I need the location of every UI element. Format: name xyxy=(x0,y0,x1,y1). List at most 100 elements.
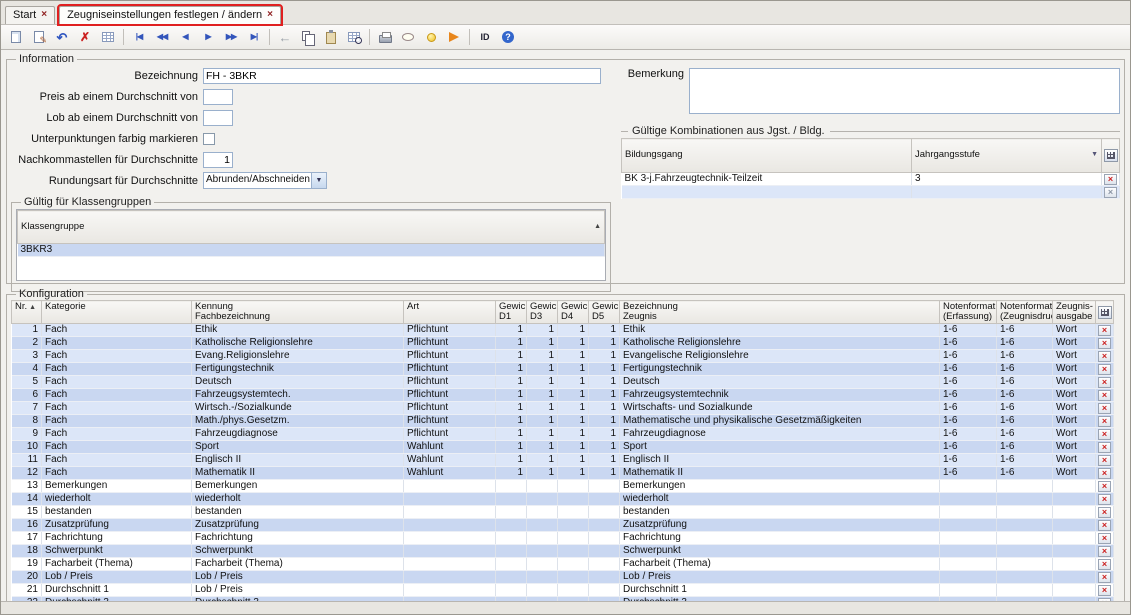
konfiguration-row[interactable]: 9 Fach Fahrzeugdiagnose Pflichtunt 1 1 1 1 Fahrz… xyxy=(11,427,1114,441)
column-header-klassengruppe[interactable]: Klassengruppe ▲ xyxy=(17,210,605,244)
chevron-down-icon[interactable]: ▼ xyxy=(311,173,326,188)
comment-button[interactable] xyxy=(397,27,419,47)
delete-row-button[interactable]: × xyxy=(1098,558,1111,570)
delete-row-button[interactable]: × xyxy=(1098,454,1111,466)
grid-select-button[interactable] xyxy=(343,27,365,47)
undo-button[interactable]: ↶ xyxy=(51,27,73,47)
back-arrow-button[interactable]: ← xyxy=(274,27,296,47)
konfiguration-row[interactable]: 6 Fach Fahrzeugsystemtech. Pflichtunt 1 1 1 1 Fa… xyxy=(11,388,1114,402)
konfiguration-row[interactable]: 12 Fach Mathematik II Wahlunt 1 1 1 1 Mathematik… xyxy=(11,466,1114,480)
klassengruppen-row[interactable]: 3BKR3 xyxy=(17,243,605,257)
konfiguration-row[interactable]: 21 Durchschnitt 1 Lob / Preis Durchschnitt … xyxy=(11,583,1114,597)
cell: Katholische Religionslehre xyxy=(619,336,940,350)
close-icon[interactable]: × xyxy=(41,10,47,20)
konfiguration-row[interactable]: 8 Fach Math./phys.Gesetzm. Pflichtunt 1 1 1 1 Ma… xyxy=(11,414,1114,428)
column-header[interactable]: Art xyxy=(403,300,496,324)
announce-button[interactable] xyxy=(443,27,465,47)
rundungsart-select[interactable]: Abrunden/Abschneiden ▼ xyxy=(203,172,327,189)
nav-next-button[interactable]: ▶ xyxy=(197,27,219,47)
nav-next-fast-button[interactable]: ▶▶ xyxy=(220,27,242,47)
table-grid-button[interactable] xyxy=(97,27,119,47)
kombination-row[interactable]: × xyxy=(621,185,1120,199)
nav-prev-button[interactable]: ◀ xyxy=(174,27,196,47)
delete-row-button[interactable]: × xyxy=(1098,545,1111,557)
delete-row-button[interactable]: × xyxy=(1098,584,1111,596)
delete-row-button[interactable]: × xyxy=(1098,519,1111,531)
bemerkung-textarea[interactable] xyxy=(689,68,1120,114)
column-header[interactable]: Kategorie xyxy=(41,300,192,324)
column-header[interactable]: Gewicht D4 xyxy=(557,300,589,324)
konfiguration-row[interactable]: 14 wiederholt wiederholt wiederholt × xyxy=(11,492,1114,506)
delete-row-button[interactable]: × xyxy=(1098,441,1111,453)
edit-page-button[interactable] xyxy=(28,27,50,47)
delete-row-button[interactable]: × xyxy=(1098,493,1111,505)
konfiguration-row[interactable]: 18 Schwerpunkt Schwerpunkt Schwerpunkt × xyxy=(11,544,1114,558)
cell: 1 xyxy=(526,336,558,350)
column-header[interactable]: Zeugnis- ausgabe xyxy=(1052,300,1096,324)
delete-row-button[interactable]: × xyxy=(1098,402,1111,414)
konfiguration-row[interactable]: 7 Fach Wirtsch.-/Sozialkunde Pflichtunt 1 1 1 1… xyxy=(11,401,1114,415)
lob-input[interactable] xyxy=(203,109,233,126)
konfiguration-row[interactable]: 11 Fach Englisch II Wahlunt 1 1 1 1 Englisch II 1… xyxy=(11,453,1114,467)
delete-row-button[interactable]: × xyxy=(1098,467,1111,479)
konfiguration-row[interactable]: 15 bestanden bestanden bestanden × xyxy=(11,505,1114,519)
column-header-bildungsgang[interactable]: Bildungsgang xyxy=(621,138,912,173)
tab-zeugniseinstellungen-festlegen-ndern[interactable]: Zeugniseinstellungen festlegen / ändern × xyxy=(57,4,284,26)
column-header[interactable]: Kennung Fachbezeichnung xyxy=(191,300,404,324)
konfiguration-row[interactable]: 3 Fach Evang.Religionslehre Pflichtunt 1 1 1 1 E… xyxy=(11,349,1114,363)
delete-row-button[interactable]: × xyxy=(1098,415,1111,427)
konfiguration-row[interactable]: 20 Lob / Preis Lob / Preis Lob / Preis × xyxy=(11,570,1114,584)
konfiguration-row[interactable]: 13 Bemerkungen Bemerkungen Bemerkungen × xyxy=(11,479,1114,493)
delete-row-button[interactable]: × xyxy=(1098,506,1111,518)
unterpunktungen-checkbox[interactable] xyxy=(203,132,215,145)
table-config-button[interactable] xyxy=(1103,149,1118,162)
print-button[interactable] xyxy=(374,27,396,47)
delete-row-button[interactable]: × xyxy=(1104,186,1117,198)
column-header[interactable]: Gewicht D1 xyxy=(495,300,527,324)
delete-button[interactable]: ✗ xyxy=(74,27,96,47)
delete-row-button[interactable]: × xyxy=(1104,173,1117,185)
konfiguration-row[interactable]: 10 Fach Sport Wahlunt 1 1 1 1 Sport 1-6 1-6 Wort × xyxy=(11,440,1114,454)
paste-button[interactable] xyxy=(320,27,342,47)
column-header[interactable]: Notenformat (Zeugnisdruck) xyxy=(996,300,1053,324)
new-page-button[interactable] xyxy=(5,27,27,47)
konfiguration-row[interactable]: 5 Fach Deutsch Pflichtunt 1 1 1 1 Deutsch 1-6 1-6 W… xyxy=(11,375,1114,389)
column-header[interactable]: Bezeichnung Zeugnis xyxy=(619,300,940,324)
kombination-row[interactable]: BK 3-j.Fahrzeugtechnik-Teilzeit 3 × xyxy=(621,172,1120,186)
delete-row-button[interactable]: × xyxy=(1098,324,1111,336)
konfiguration-row[interactable]: 4 Fach Fertigungstechnik Pflichtunt 1 1 1 1 Fert… xyxy=(11,362,1114,376)
tab-start[interactable]: Start × xyxy=(5,6,56,24)
preis-input[interactable] xyxy=(203,88,233,105)
copy-button[interactable] xyxy=(297,27,319,47)
nav-prev-fast-button[interactable]: ◀◀ xyxy=(151,27,173,47)
column-header[interactable]: Gewicht D3 xyxy=(526,300,558,324)
column-header-jahrgangsstufe[interactable]: Jahrgangsstufe ▼ xyxy=(911,138,1102,173)
nachkommastellen-input[interactable] xyxy=(203,151,233,168)
delete-row-button[interactable]: × xyxy=(1098,337,1111,349)
konfiguration-row[interactable]: 17 Fachrichtung Fachrichtung Fachrichtung × xyxy=(11,531,1114,545)
delete-row-button[interactable]: × xyxy=(1098,480,1111,492)
bulb-button[interactable] xyxy=(420,27,442,47)
table-config-button[interactable] xyxy=(1097,305,1112,319)
id-badge-button[interactable]: ID xyxy=(474,27,496,47)
konfiguration-row[interactable]: 1 Fach Ethik Pflichtunt 1 1 1 1 Ethik 1-6 1-6 Wort × xyxy=(11,323,1114,337)
konfiguration-row[interactable]: 2 Fach Katholische Religionslehre Pflichtun… xyxy=(11,336,1114,350)
nav-last-button[interactable]: ▶| xyxy=(243,27,265,47)
delete-row-button[interactable]: × xyxy=(1098,571,1111,583)
chevron-down-icon[interactable]: ▼ xyxy=(1091,150,1098,160)
column-header[interactable]: Nr. ▲ xyxy=(11,300,42,324)
delete-row-button[interactable]: × xyxy=(1098,389,1111,401)
nav-first-button[interactable]: |◀ xyxy=(128,27,150,47)
delete-row-button[interactable]: × xyxy=(1098,363,1111,375)
konfiguration-row[interactable]: 16 Zusatzprüfung Zusatzprüfung Zusatzprüfun… xyxy=(11,518,1114,532)
delete-row-button[interactable]: × xyxy=(1098,350,1111,362)
konfiguration-row[interactable]: 19 Facharbeit (Thema) Facharbeit (Thema) Fa… xyxy=(11,557,1114,571)
help-button[interactable]: ? xyxy=(497,27,519,47)
bezeichnung-input[interactable] xyxy=(203,67,601,84)
column-header[interactable]: Notenformat (Erfassung) xyxy=(939,300,997,324)
close-icon[interactable]: × xyxy=(267,10,273,20)
column-header[interactable]: Gewicht D5 xyxy=(588,300,620,324)
delete-row-button[interactable]: × xyxy=(1098,532,1111,544)
delete-row-button[interactable]: × xyxy=(1098,376,1111,388)
delete-row-button[interactable]: × xyxy=(1098,428,1111,440)
